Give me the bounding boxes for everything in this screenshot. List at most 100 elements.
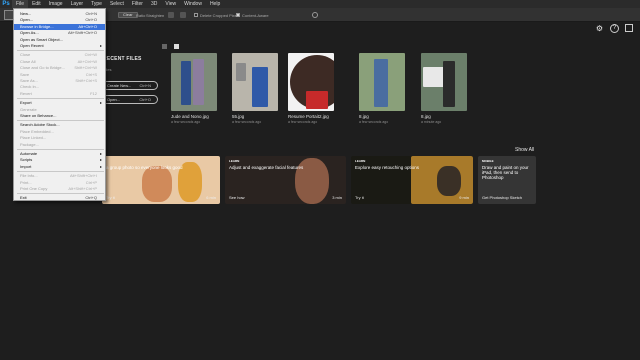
file-menu-item[interactable]: Open... Ctrl+O (14, 17, 105, 23)
file-thumbnail (232, 53, 278, 111)
recent-file-card[interactable]: 55.jpg a few seconds ago (232, 53, 278, 124)
file-menu-item: File Info... Alt+Shift+Ctrl+I (14, 173, 105, 179)
file-menu-item[interactable]: Browse in Bridge... Alt+Ctrl+O (14, 23, 105, 30)
help-icon[interactable]: ? (610, 24, 619, 33)
menu-help[interactable]: Help (206, 0, 224, 8)
reset-icon[interactable] (312, 12, 318, 18)
learn-card[interactable]: MOBILE Draw and paint on your iPad, then… (478, 156, 536, 204)
file-menu-item[interactable]: Exit Ctrl+Q (14, 195, 105, 201)
learn-card-action: See how (229, 195, 245, 200)
file-menu-item: Check In... (14, 84, 105, 90)
learn-card[interactable]: LEARN Adjust and exaggerate facial featu… (225, 156, 346, 204)
recent-file-card[interactable]: 8.jpg a minute ago (421, 53, 467, 124)
file-menu-item[interactable]: Search Adobe Stock... (14, 122, 105, 128)
grid-overlay-icon[interactable] (168, 12, 174, 18)
menu-item-label: Open... (20, 17, 34, 23)
menu-item-label: Open As... (20, 30, 39, 36)
file-time: a few seconds ago (232, 120, 262, 124)
file-menu-item: Print One Copy Alt+Shift+Ctrl+P (14, 186, 105, 192)
gear-icon[interactable]: ⚙ (595, 24, 604, 33)
file-menu-item[interactable]: Export ▸ (14, 100, 105, 106)
learn-card[interactable]: LEARN Explore easy retouching options Tr… (351, 156, 473, 204)
open-button[interactable]: Open... Ctrl+O (102, 95, 158, 104)
open-shortcut: Ctrl+O (139, 97, 151, 102)
file-name: 55.jpg (232, 114, 245, 119)
create-new-label: Create New... (107, 83, 132, 88)
menu-item-label: Exit (20, 195, 27, 201)
menu-item-shortcut: Ctrl+N (85, 11, 97, 16)
clear-button[interactable]: Clear (118, 12, 138, 18)
menu-item-label: Close and Go to Bridge... (20, 65, 65, 71)
menu-item-label: Automate (20, 151, 38, 156)
file-menu-item: Place Embedded... (14, 129, 105, 135)
learn-card-action: Try it (355, 195, 364, 200)
file-thumbnail (288, 53, 334, 111)
menu-item-shortcut: Ctrl+S (85, 71, 97, 77)
learn-card-duration: 6 min (206, 195, 216, 200)
menu-item-label: Open Recent (20, 43, 44, 48)
menu-view[interactable]: View (161, 0, 180, 8)
menu-edit[interactable]: Edit (28, 0, 45, 8)
menu-item-label: Check In... (20, 84, 40, 90)
delete-cropped-checkbox[interactable] (194, 13, 198, 17)
menu-image[interactable]: Image (45, 0, 67, 8)
recent-file-card[interactable]: Jude and Nono.jpg a few seconds ago (171, 53, 217, 124)
menu-select[interactable]: Select (106, 0, 128, 8)
learn-card-tag: MOBILE (482, 159, 494, 163)
menu-filter[interactable]: Filter (128, 0, 147, 8)
file-time: a few seconds ago (171, 120, 201, 124)
menu-window[interactable]: Window (180, 0, 206, 8)
submenu-arrow-icon: ▸ (99, 163, 102, 169)
file-menu-item[interactable]: Scripts ▸ (14, 157, 105, 163)
create-new-button[interactable]: Create New... Ctrl+N (102, 81, 158, 90)
learn-card-action: Try it (106, 195, 115, 200)
recent-file-card[interactable]: 8.jpg a few seconds ago (359, 53, 405, 124)
learn-card-tag: LEARN (229, 159, 240, 163)
menu-bar: Ps File Edit Image Layer Type Select Fil… (0, 0, 640, 8)
file-menu-item: Close and Go to Bridge... Shift+Ctrl+W (14, 65, 105, 71)
straighten-label[interactable]: Straighten (146, 13, 164, 18)
file-menu-item[interactable]: Automate ▸ (14, 151, 105, 157)
learn-card-action: Get Photoshop Sketch (482, 195, 523, 200)
menu-item-label: Save (20, 71, 30, 77)
menu-3d[interactable]: 3D (147, 0, 161, 8)
menu-item-label: Scripts (20, 157, 33, 163)
workspace-icon[interactable] (625, 24, 633, 32)
gear-icon[interactable] (180, 12, 186, 18)
menu-item-label: Import (20, 163, 32, 169)
menu-item-shortcut: Ctrl+Q (85, 195, 97, 201)
file-menu-item: Save Ctrl+S (14, 72, 105, 78)
file-menu-item: Save As... Shift+Ctrl+S (14, 78, 105, 84)
list-view-icon[interactable] (162, 44, 167, 49)
file-time: a few seconds ago (359, 120, 389, 124)
learn-card-title: Explore easy retouching options (355, 165, 420, 170)
menu-item-label: Search Adobe Stock... (20, 122, 60, 128)
menu-item-shortcut: Alt+Shift+Ctrl+O (67, 30, 97, 36)
file-menu-item[interactable]: Open Recent ▸ (14, 43, 105, 49)
file-thumbnail (171, 53, 217, 111)
menu-item-label: File Info... (20, 173, 38, 179)
submenu-arrow-icon: ▸ (99, 100, 102, 106)
file-menu-item[interactable]: Import ▸ (14, 164, 105, 170)
menu-item-label: Revert (20, 90, 32, 96)
file-menu-item[interactable]: Open As... Alt+Shift+Ctrl+O (14, 30, 105, 36)
submenu-arrow-icon: ▸ (99, 157, 102, 163)
learn-card[interactable]: a group photo so everyone looks good Try… (102, 156, 220, 204)
menu-item-label: Save As... (20, 78, 39, 83)
menu-file[interactable]: File (12, 0, 29, 8)
menu-layer[interactable]: Layer (67, 0, 88, 8)
file-menu-item[interactable]: Open as Smart Object... (14, 37, 105, 43)
show-all-link[interactable]: Show All (515, 147, 534, 153)
file-menu-item[interactable]: Share on Behance... (14, 113, 105, 119)
menu-type[interactable]: Type (87, 0, 106, 8)
submenu-arrow-icon: ▸ (99, 43, 102, 48)
file-name: 8.jpg (359, 114, 369, 119)
file-menu-item[interactable]: New... Ctrl+N (14, 11, 105, 17)
recent-files-title: RECENT FILES (103, 56, 142, 62)
learn-card-tag: LEARN (355, 159, 366, 163)
content-aware-checkbox[interactable] (236, 13, 240, 17)
file-name: 8.jpg (421, 114, 431, 119)
recent-file-card[interactable]: Resume Portait2.jpg a few seconds ago (288, 53, 334, 124)
create-new-shortcut: Ctrl+N (139, 83, 151, 88)
grid-view-icon[interactable] (174, 44, 179, 49)
